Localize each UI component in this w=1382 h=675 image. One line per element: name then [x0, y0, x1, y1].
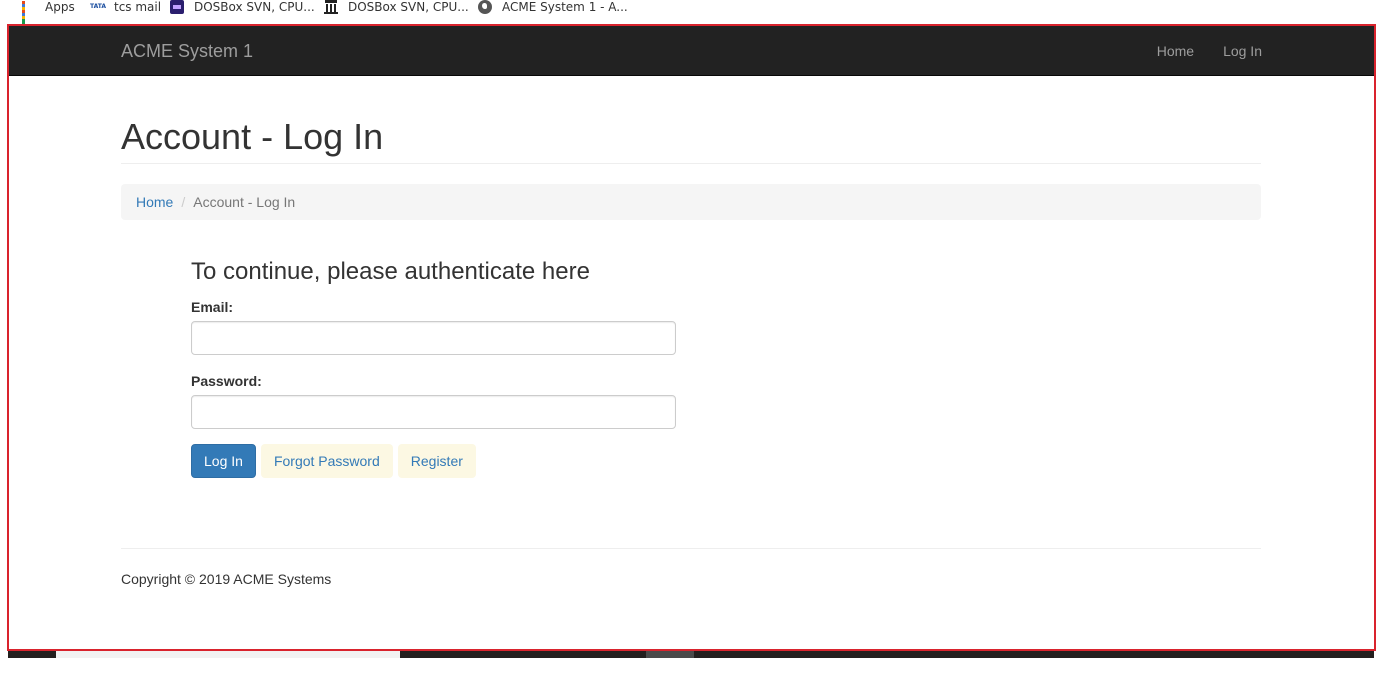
apps-grid-icon: [22, 0, 35, 28]
page-frame: ACME System 1 Home Log In Account - Log …: [7, 24, 1376, 651]
email-field[interactable]: [191, 321, 676, 355]
bookmark-label: ACME System 1 - A...: [502, 0, 628, 14]
breadcrumb-current: Account - Log In: [193, 194, 296, 210]
email-label: Email:: [191, 299, 234, 315]
password-label: Password:: [191, 373, 262, 389]
breadcrumb: Home / Account - Log In: [121, 184, 1261, 220]
title-divider: [121, 163, 1261, 164]
bookmark-apps[interactable]: Apps: [22, 0, 75, 28]
globe-icon: [478, 0, 492, 14]
bookmark-tcs-mail[interactable]: TATA tcs mail: [90, 0, 161, 14]
nav-links: Home Log In: [1128, 26, 1262, 59]
page-title: Account - Log In: [121, 116, 384, 157]
password-field[interactable]: [191, 395, 676, 429]
login-button[interactable]: Log In: [191, 444, 256, 478]
brand-link[interactable]: ACME System 1: [121, 41, 253, 62]
taskbar-window-preview: [56, 651, 400, 658]
bookmark-dosbox-1[interactable]: DOSBox SVN, CPU...: [170, 0, 315, 14]
register-button[interactable]: Register: [397, 444, 476, 478]
footer-copyright: Copyright © 2019 ACME Systems: [121, 571, 332, 587]
bookmark-label: Apps: [45, 0, 75, 14]
nav-home-link[interactable]: Home: [1157, 26, 1194, 59]
bookmark-acme[interactable]: ACME System 1 - A...: [478, 0, 628, 14]
tata-icon: TATA: [90, 3, 107, 10]
breadcrumb-home-link[interactable]: Home: [136, 194, 173, 210]
taskbar-button: [646, 651, 694, 658]
breadcrumb-separator: /: [181, 194, 186, 210]
bookmark-label: DOSBox SVN, CPU...: [194, 0, 315, 14]
top-navbar: ACME System 1 Home Log In: [9, 26, 1374, 76]
dosbox-icon: [170, 0, 184, 14]
bookmark-label: tcs mail: [114, 0, 162, 14]
forgot-password-button[interactable]: Forgot Password: [260, 444, 393, 478]
footer-divider: [121, 548, 1261, 549]
taskbar-strip: [8, 651, 1374, 658]
form-buttons: Log In Forgot Password Register: [191, 444, 481, 478]
login-form: To continue, please authenticate here Em…: [191, 258, 676, 478]
form-heading: To continue, please authenticate here: [191, 258, 590, 285]
bank-icon: [324, 0, 338, 14]
bookmark-dosbox-2[interactable]: DOSBox SVN, CPU...: [324, 0, 469, 14]
nav-login-link[interactable]: Log In: [1223, 26, 1262, 59]
bookmarks-bar: Apps TATA tcs mail DOSBox SVN, CPU... DO…: [0, 0, 1382, 28]
bookmark-label: DOSBox SVN, CPU...: [348, 0, 469, 14]
